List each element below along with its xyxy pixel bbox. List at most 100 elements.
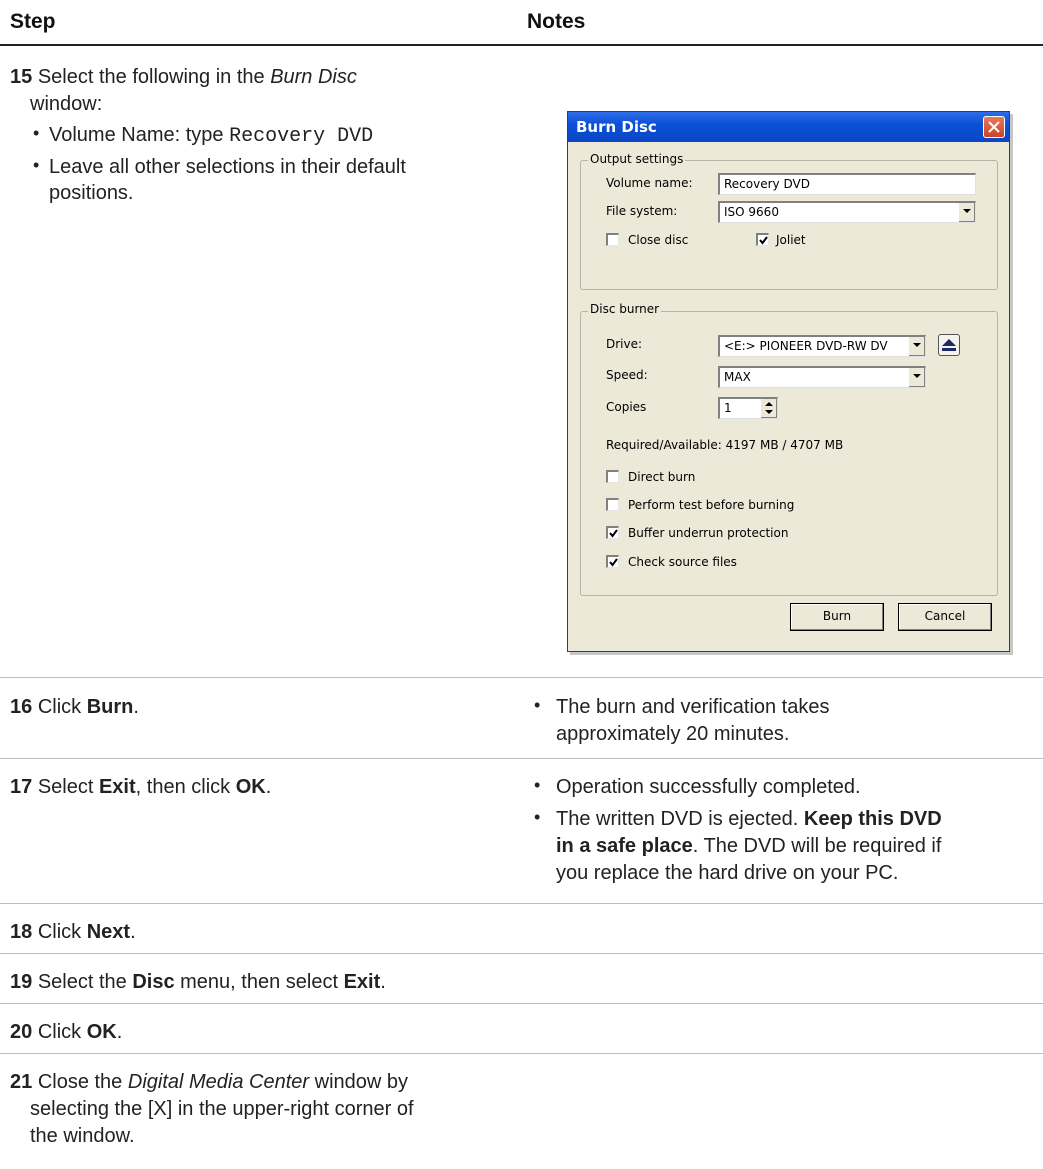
step-15-bullet1: Volume Name: type Recovery DVD bbox=[49, 122, 373, 150]
bullet-text: Volume Name: type bbox=[49, 124, 230, 146]
test-before-burning-checkbox[interactable] bbox=[606, 498, 619, 511]
burn-button[interactable]: Burn bbox=[790, 603, 884, 631]
step-18-text: 18 Click Next. bbox=[10, 919, 136, 945]
step-text: Select the bbox=[37, 971, 133, 993]
step-21-l1: 21 Close the Digital Media Center window… bbox=[10, 1069, 408, 1095]
direct-burn-label: Direct burn bbox=[628, 470, 696, 484]
cancel-button[interactable]: Cancel bbox=[898, 603, 992, 631]
step-text: Select bbox=[37, 776, 99, 798]
step-text: menu, then select bbox=[174, 971, 344, 993]
close-disc-checkbox[interactable] bbox=[606, 233, 619, 246]
row-divider bbox=[0, 758, 1043, 759]
burn-disc-dialog: Burn Disc Output settings Volume name: R… bbox=[567, 111, 1010, 652]
bullet-icon: • bbox=[33, 123, 40, 143]
chevron-down-icon bbox=[963, 209, 971, 213]
step-bold: Exit bbox=[98, 776, 136, 798]
check-source-files-label: Check source files bbox=[628, 555, 737, 569]
required-available-text: Required/Available: 4197 MB / 4707 MB bbox=[606, 438, 844, 452]
step-number: 21 bbox=[10, 1071, 33, 1093]
step-16-note-l2: approximately 20 minutes. bbox=[556, 723, 790, 745]
step-bold: Exit bbox=[343, 971, 381, 993]
step-text: Click bbox=[37, 1021, 87, 1043]
code-text: Recovery DVD bbox=[229, 125, 374, 148]
step-15-line2: window: bbox=[30, 93, 103, 115]
bullet-icon: • bbox=[534, 807, 541, 827]
copies-label: Copies bbox=[606, 400, 647, 414]
speed-value: MAX bbox=[724, 370, 751, 384]
drive-label: Drive: bbox=[606, 337, 643, 351]
disc-burner-label: Disc burner bbox=[588, 302, 662, 316]
eject-button[interactable] bbox=[938, 334, 960, 356]
copies-value: 1 bbox=[724, 401, 732, 415]
check-source-files-checkbox[interactable] bbox=[606, 555, 619, 568]
bullet-icon: • bbox=[33, 155, 40, 175]
step-21-l3: the window. bbox=[30, 1125, 135, 1147]
step-number: 20 bbox=[10, 1021, 33, 1043]
step-19-text: 19 Select the Disc menu, then select Exi… bbox=[10, 969, 386, 995]
row-divider bbox=[0, 903, 1043, 904]
direct-burn-checkbox[interactable] bbox=[606, 470, 619, 483]
joliet-label: Joliet bbox=[776, 233, 806, 247]
dropdown-button[interactable] bbox=[908, 368, 925, 387]
step-text: Click bbox=[37, 921, 87, 943]
speed-label: Speed: bbox=[606, 368, 648, 382]
step-number: 19 bbox=[10, 971, 33, 993]
step-text: Select the following in the bbox=[37, 66, 271, 88]
note-bold: in a safe place bbox=[556, 835, 693, 857]
joliet-checkbox[interactable] bbox=[756, 233, 769, 246]
step-21-l2: selecting the [X] in the upper-right cor… bbox=[30, 1098, 414, 1120]
step-text: . bbox=[130, 921, 136, 943]
eject-icon bbox=[942, 339, 956, 351]
step-text: . bbox=[265, 776, 272, 798]
step-text: . bbox=[380, 971, 386, 993]
drive-select[interactable]: <E:> PIONEER DVD-RW DV bbox=[718, 335, 926, 357]
step-text: . bbox=[116, 1021, 123, 1043]
step-17-note1: Operation successfully completed. bbox=[556, 776, 861, 798]
step-bold: OK bbox=[86, 1021, 117, 1043]
speed-select[interactable]: MAX bbox=[718, 366, 926, 388]
step-number: 15 bbox=[10, 66, 33, 88]
dialog-title: Burn Disc bbox=[568, 112, 1009, 142]
step-bold: Burn bbox=[86, 696, 134, 718]
chevron-down-icon bbox=[913, 374, 921, 378]
dropdown-button[interactable] bbox=[958, 203, 975, 222]
check-icon bbox=[759, 236, 768, 245]
check-icon bbox=[609, 529, 618, 538]
note-text: . The DVD will be required if bbox=[692, 835, 942, 857]
window-name: Burn Disc bbox=[270, 66, 357, 88]
spin-arrows-icon bbox=[765, 402, 773, 414]
row-divider bbox=[0, 677, 1043, 678]
step-bold: Disc bbox=[132, 971, 175, 993]
close-button[interactable] bbox=[983, 116, 1005, 138]
dropdown-button[interactable] bbox=[908, 337, 925, 356]
step-number: 18 bbox=[10, 921, 33, 943]
check-icon bbox=[609, 558, 618, 567]
buffer-underrun-label: Buffer underrun protection bbox=[628, 526, 789, 540]
spin-buttons[interactable] bbox=[760, 399, 777, 418]
copies-stepper[interactable]: 1 bbox=[718, 397, 778, 419]
header-rule bbox=[0, 44, 1043, 46]
test-before-burning-label: Perform test before burning bbox=[628, 498, 795, 512]
step-15-bullet2-l2: positions. bbox=[49, 182, 134, 204]
window-name: Digital Media Center bbox=[127, 1071, 310, 1093]
note-text: The written DVD is ejected. bbox=[556, 808, 804, 830]
drive-value: <E:> PIONEER DVD-RW DV bbox=[724, 339, 888, 353]
header-step: Step bbox=[10, 10, 56, 33]
chevron-down-icon bbox=[913, 343, 921, 347]
step-text: . bbox=[133, 696, 139, 718]
row-divider bbox=[0, 953, 1043, 954]
buffer-underrun-checkbox[interactable] bbox=[606, 526, 619, 539]
volume-name-input[interactable]: Recovery DVD bbox=[718, 173, 976, 195]
file-system-value: ISO 9660 bbox=[724, 205, 779, 219]
step-17-note2-l3: you replace the hard drive on your PC. bbox=[556, 862, 899, 884]
step-17-note2-l1: The written DVD is ejected. Keep this DV… bbox=[556, 806, 942, 832]
step-17-note2-l2: in a safe place. The DVD will be require… bbox=[556, 833, 941, 859]
file-system-select[interactable]: ISO 9660 bbox=[718, 201, 976, 223]
row-divider bbox=[0, 1003, 1043, 1004]
step-15-line1: 15 Select the following in the Burn Disc bbox=[10, 64, 357, 90]
bullet-icon: • bbox=[534, 695, 541, 715]
close-disc-label: Close disc bbox=[628, 233, 689, 247]
step-text: window by bbox=[309, 1071, 409, 1093]
step-bold: OK bbox=[235, 776, 266, 798]
step-16-text: 16 Click Burn. bbox=[10, 694, 139, 720]
